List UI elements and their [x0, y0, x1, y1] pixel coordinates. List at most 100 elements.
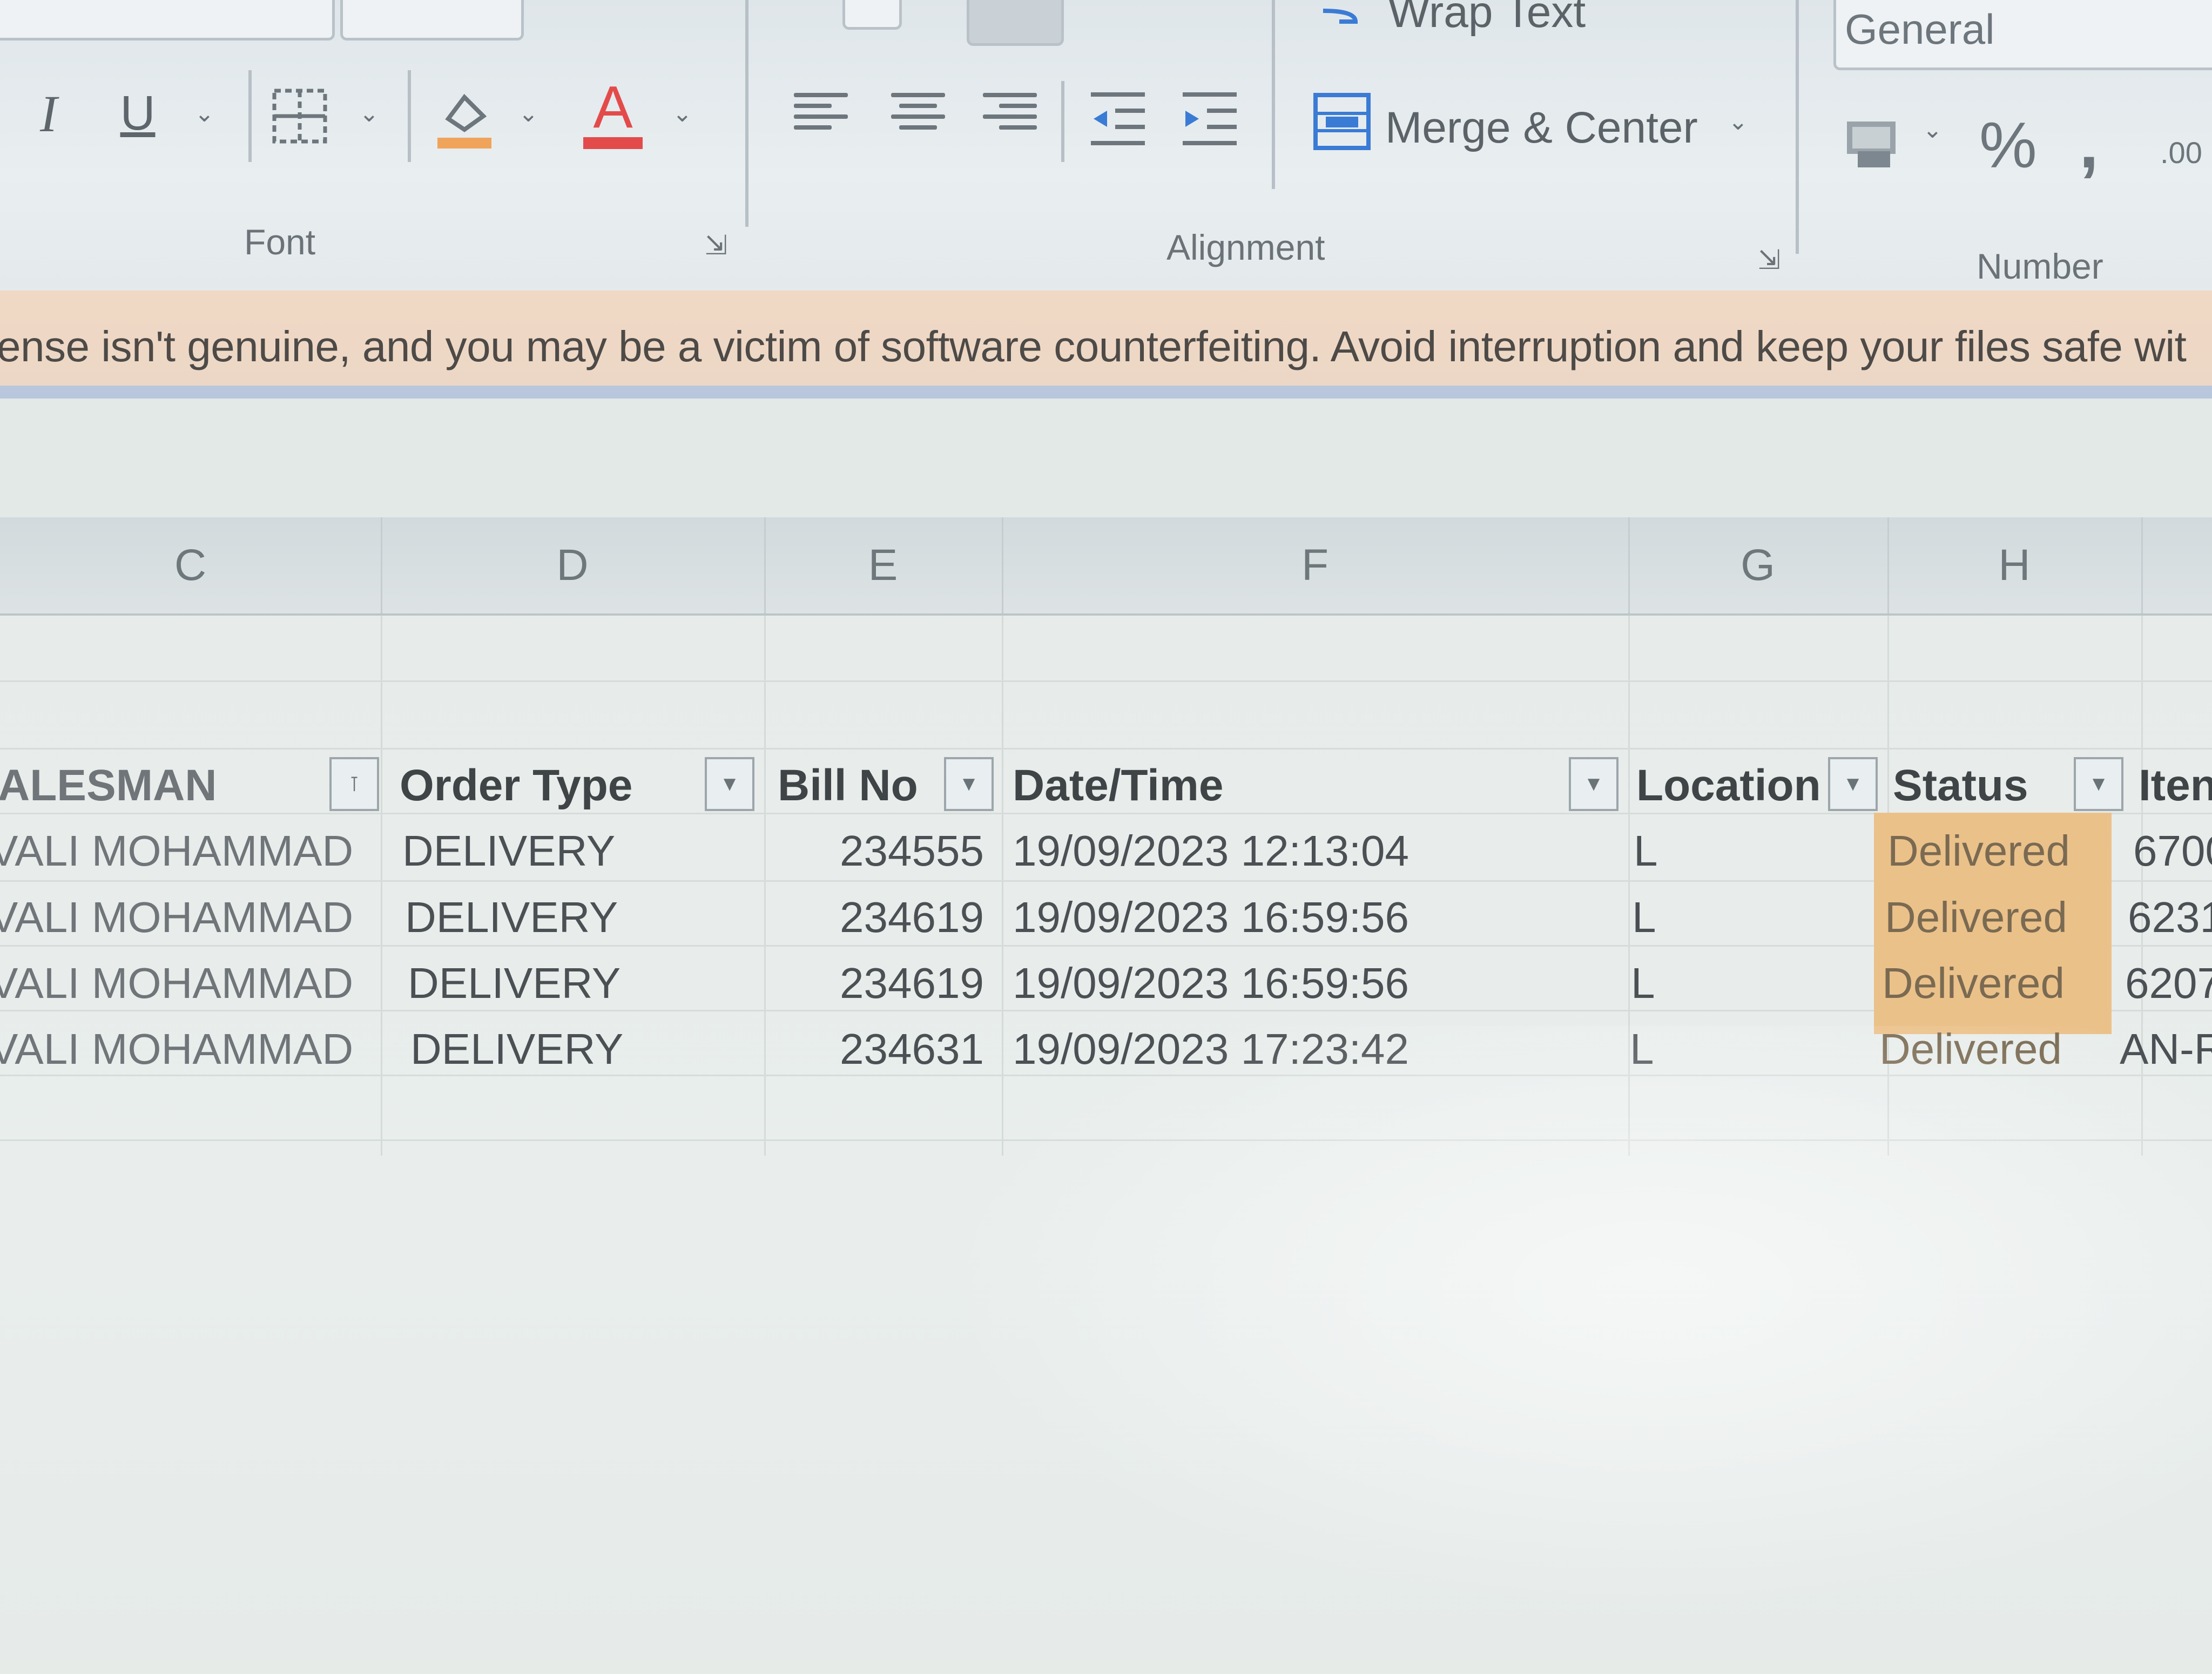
table-cell-location[interactable]: L	[1632, 893, 1656, 942]
column-headers: C D E F G H	[0, 517, 2212, 617]
table-cell-status[interactable]: Delivered	[1882, 959, 2065, 1008]
table-cell-bill-no[interactable]: 234619	[840, 893, 984, 942]
underline-dropdown-chevron-icon[interactable]: ⌄	[194, 100, 214, 127]
gridline	[0, 680, 2212, 682]
table-cell-status[interactable]: Delivered	[1879, 1024, 2062, 1074]
table-cell-order-type[interactable]: DELIVERY	[410, 1024, 623, 1074]
table-cell-datetime[interactable]: 19/09/2023 16:59:56	[1013, 893, 1409, 942]
filter-dropdown-icon[interactable]: ▼	[1569, 757, 1618, 811]
table-cell-order-type[interactable]: DELIVERY	[408, 959, 621, 1008]
header-order-type: Order Type	[400, 761, 633, 810]
wrap-text-icon[interactable]	[1318, 0, 1366, 32]
font-group-label: Font	[244, 222, 316, 262]
header-location: Location	[1636, 761, 1821, 810]
table-cell-salesman[interactable]: VALI MOHAMMAD	[0, 826, 353, 876]
number-format-dropdown[interactable]: General	[1833, 0, 2212, 70]
font-color-icon[interactable]: A	[581, 76, 645, 151]
alignment-group-label: Alignment	[1166, 227, 1325, 267]
filter-dropdown-icon[interactable]: ▼	[1828, 757, 1878, 811]
middle-align-button[interactable]	[967, 0, 1064, 46]
currency-dropdown-chevron-icon[interactable]: ⌄	[1923, 116, 1943, 144]
fill-color-icon[interactable]	[432, 81, 497, 151]
alignment-dialog-launcher-icon[interactable]: ⇲	[1755, 246, 1783, 274]
merge-center-button[interactable]: Merge & Center	[1385, 103, 1698, 153]
font-dialog-launcher-icon[interactable]: ⇲	[702, 231, 730, 259]
number-group-label: Number	[1977, 246, 2103, 286]
divider	[1061, 81, 1064, 162]
table-cell-location[interactable]: L	[1631, 959, 1655, 1008]
table-cell-item[interactable]: AN-R	[2120, 1024, 2212, 1074]
header-status: Status	[1893, 761, 2028, 810]
table-cell-item[interactable]: 6231	[2128, 893, 2212, 942]
gridline	[0, 748, 2212, 750]
align-right-icon[interactable]	[983, 86, 1042, 151]
column-header-c[interactable]: C	[0, 517, 382, 613]
table-cell-bill-no[interactable]: 234631	[840, 1024, 984, 1074]
increase-decimal-button[interactable]: .00	[2160, 135, 2202, 170]
formula-bar-area[interactable]	[0, 399, 2212, 517]
column-header-e[interactable]: E	[764, 517, 1003, 613]
table-cell-datetime[interactable]: 19/09/2023 16:59:56	[1013, 959, 1409, 1008]
font-color-dropdown-chevron-icon[interactable]: ⌄	[672, 100, 692, 127]
fill-color-dropdown-chevron-icon[interactable]: ⌄	[518, 100, 538, 127]
ribbon: I U ⌄ ⌄ ⌄ A ⌄ Font ⇲ Wrap Text Merge & C…	[0, 0, 2212, 292]
filter-dropdown-icon[interactable]: ▼	[2074, 757, 2123, 811]
divider	[248, 70, 252, 162]
table-cell-datetime[interactable]: 19/09/2023 17:23:42	[1013, 1024, 1409, 1074]
font-color-glyph: A	[593, 74, 633, 140]
table-cell-location[interactable]: L	[1634, 826, 1658, 876]
table-cell-item[interactable]: 6700	[2133, 826, 2212, 876]
filter-dropdown-icon[interactable]: ▼	[705, 757, 754, 811]
column-header-h[interactable]: H	[1887, 517, 2143, 613]
font-color-swatch	[583, 137, 643, 149]
comma-style-button[interactable]: ,	[2079, 103, 2099, 184]
header-bill-no: Bill No	[778, 761, 918, 810]
license-warning-bar: ense isn't genuine, and you may be a vic…	[0, 291, 2212, 399]
italic-label: I	[40, 84, 57, 143]
borders-icon[interactable]	[270, 86, 329, 146]
group-divider	[1796, 0, 1799, 254]
table-cell-bill-no[interactable]: 234555	[840, 826, 984, 876]
merge-center-icon[interactable]	[1312, 92, 1372, 151]
column-header-d[interactable]: D	[381, 517, 766, 613]
header-salesman: ALESMAN	[0, 761, 217, 810]
license-warning-text: ense isn't genuine, and you may be a vic…	[0, 322, 2187, 370]
increase-indent-icon[interactable]	[1177, 86, 1242, 151]
table-cell-salesman[interactable]: VALI MOHAMMAD	[0, 893, 353, 942]
font-name-box[interactable]	[0, 0, 335, 40]
group-divider	[745, 0, 748, 227]
gridline	[0, 1139, 2212, 1141]
column-header-g[interactable]: G	[1628, 517, 1889, 613]
gridline	[0, 1075, 2212, 1076]
table-cell-status[interactable]: Delivered	[1887, 826, 2070, 876]
table-cell-salesman[interactable]: VALI MOHAMMAD	[0, 1024, 353, 1074]
table-cell-salesman[interactable]: VALI MOHAMMAD	[0, 959, 353, 1008]
column-header-f[interactable]: F	[1002, 517, 1630, 613]
number-format-value: General	[1845, 5, 1995, 53]
top-align-button[interactable]	[842, 0, 902, 30]
percent-style-button[interactable]: %	[1979, 108, 2037, 183]
merge-center-dropdown-chevron-icon[interactable]: ⌄	[1728, 108, 1748, 136]
table-cell-location[interactable]: L	[1630, 1024, 1654, 1074]
italic-button[interactable]: I	[27, 85, 70, 143]
table-cell-order-type[interactable]: DELIVERY	[405, 893, 618, 942]
filter-active-icon[interactable]: ⊺	[329, 757, 379, 811]
table-cell-item[interactable]: 6207	[2125, 959, 2212, 1008]
align-left-icon[interactable]	[794, 86, 853, 151]
table-cell-status[interactable]: Delivered	[1885, 893, 2067, 942]
underline-button[interactable]: U	[116, 86, 159, 140]
underline-label: U	[120, 86, 156, 140]
header-date-time: Date/Time	[1013, 761, 1224, 810]
header-item: Iten	[2139, 761, 2212, 810]
wrap-text-button[interactable]: Wrap Text	[1388, 0, 1586, 38]
font-size-box[interactable]	[340, 0, 524, 40]
table-cell-bill-no[interactable]: 234619	[840, 959, 984, 1008]
table-cell-order-type[interactable]: DELIVERY	[402, 826, 615, 876]
currency-format-icon[interactable]	[1842, 113, 1901, 173]
borders-dropdown-chevron-icon[interactable]: ⌄	[359, 100, 379, 127]
table-cell-datetime[interactable]: 19/09/2023 12:13:04	[1013, 826, 1409, 876]
align-center-icon[interactable]	[891, 86, 950, 151]
filter-dropdown-icon[interactable]: ▼	[944, 757, 994, 811]
decrease-indent-icon[interactable]	[1085, 86, 1150, 151]
divider	[408, 70, 411, 162]
